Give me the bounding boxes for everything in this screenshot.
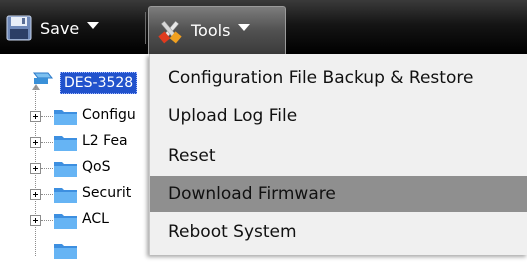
top-toolbar: Save Tools <box>0 0 527 54</box>
tree-item[interactable]: ACL <box>0 208 150 232</box>
save-button[interactable]: Save <box>6 8 144 48</box>
tools-icon <box>157 18 183 44</box>
expand-plus-icon[interactable] <box>30 111 41 122</box>
tree-item-label: QoS <box>82 159 111 175</box>
tree-item[interactable]: Securit <box>0 182 150 206</box>
folder-icon <box>53 132 79 152</box>
expand-plus-icon[interactable] <box>30 163 41 174</box>
menu-item-download-firmware[interactable]: Download Firmware <box>150 176 527 212</box>
menu-item-reboot-system[interactable]: Reboot System <box>150 214 527 250</box>
menu-item-label: Reset <box>168 146 216 166</box>
expand-plus-icon[interactable] <box>30 189 41 200</box>
tree-connector <box>41 142 53 143</box>
tools-menu-button[interactable]: Tools <box>148 6 286 54</box>
menu-item-label: Download Firmware <box>168 184 336 204</box>
tree-item[interactable]: QoS <box>0 156 150 180</box>
menu-item-config-backup-restore[interactable]: Configuration File Backup & Restore <box>150 60 527 96</box>
dropdown-caret-icon <box>238 24 251 31</box>
switch-device-icon <box>30 70 56 94</box>
menu-item-upload-log-file[interactable]: Upload Log File <box>150 98 527 134</box>
menu-item-label: Reboot System <box>168 222 297 242</box>
menu-item-label: Configuration File Backup & Restore <box>168 68 474 88</box>
dropdown-caret-icon <box>87 21 100 29</box>
tools-dropdown-menu: Configuration File Backup & Restore Uplo… <box>149 54 527 255</box>
menu-item-reset[interactable]: Reset <box>150 138 527 174</box>
tree-item-label: ACL <box>82 211 109 227</box>
toolbar-separator <box>145 12 146 44</box>
tree-connector <box>41 168 53 169</box>
folder-icon <box>53 210 79 230</box>
tree-item[interactable]: L2 Fea <box>0 130 150 154</box>
tree-connector <box>41 116 53 117</box>
tree-connector <box>41 194 53 195</box>
tree-root-item[interactable]: DES-3528 <box>60 72 138 94</box>
expand-plus-icon[interactable] <box>30 137 41 148</box>
tools-label: Tools <box>191 21 231 40</box>
tree-item-label: Securit <box>82 185 132 201</box>
expand-plus-icon[interactable] <box>30 215 41 226</box>
tree-connector <box>41 220 53 221</box>
folder-icon <box>53 184 79 204</box>
menu-item-label: Upload Log File <box>168 106 298 126</box>
tree-item-label: L2 Fea <box>82 133 128 149</box>
tree-item-label: Configu <box>82 107 136 123</box>
tree-item[interactable]: Configu <box>0 104 150 128</box>
folder-icon <box>53 106 79 126</box>
folder-icon <box>53 240 79 260</box>
save-label: Save <box>40 18 80 38</box>
folder-icon <box>53 158 79 178</box>
floppy-disk-icon <box>6 15 32 41</box>
